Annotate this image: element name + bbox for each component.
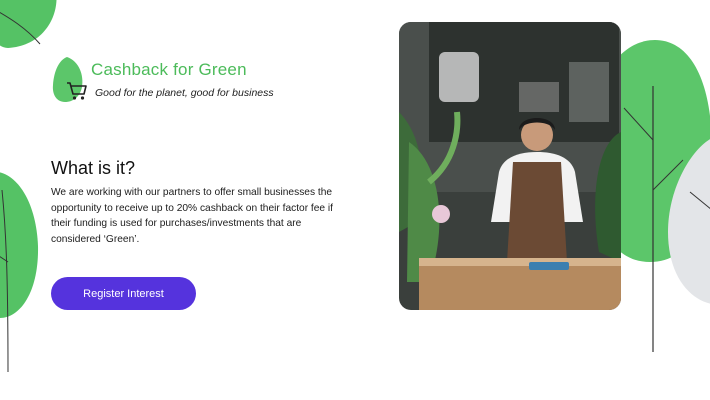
brand-tagline: Good for the planet, good for business (95, 87, 274, 99)
section-heading: What is it? (51, 158, 136, 178)
shopkeeper-photo-image (399, 22, 621, 310)
cashback-page: Cashback for Green Good for the planet, … (0, 0, 710, 400)
brand-title: Cashback for Green (91, 60, 247, 79)
shopping-cart-icon (67, 82, 87, 100)
hero-photo (399, 22, 621, 310)
register-interest-button[interactable]: Register Interest (51, 277, 196, 310)
section-description: We are working with our partners to offe… (51, 187, 334, 245)
leaf-top-left (0, 0, 57, 48)
leaf-left-middle (0, 172, 39, 318)
leaf-right-grey (668, 139, 710, 304)
brand-header: Cashback for Green Good for the planet, … (51, 57, 351, 107)
